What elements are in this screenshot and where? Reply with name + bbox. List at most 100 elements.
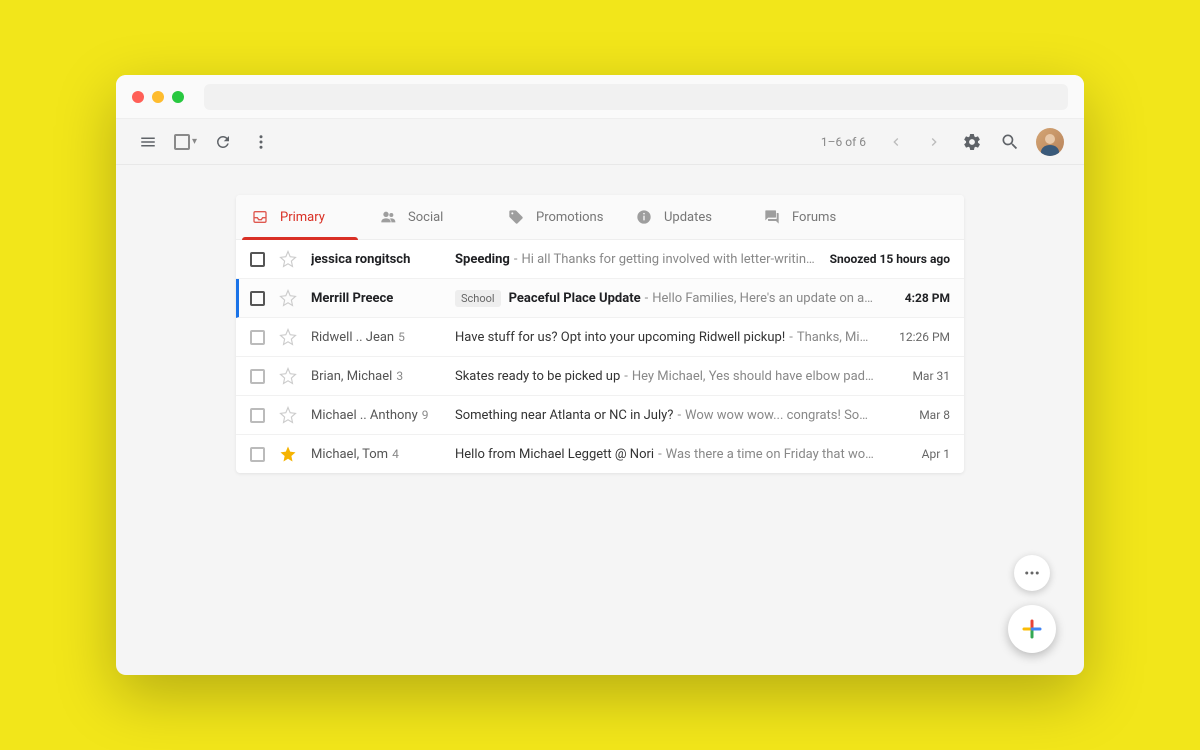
tab-social[interactable]: Social bbox=[364, 195, 492, 239]
sender: Ridwell .. Jean5 bbox=[311, 330, 455, 345]
thread-count: 4 bbox=[392, 447, 399, 461]
thread-count: 5 bbox=[398, 330, 405, 344]
email-date: Mar 31 bbox=[888, 369, 950, 383]
tab-label: Forums bbox=[792, 210, 836, 225]
preview: Was there a time on Friday that works fo… bbox=[666, 447, 874, 462]
refresh-button[interactable] bbox=[211, 130, 235, 154]
email-date: Snoozed 15 hours ago bbox=[830, 252, 950, 266]
window-controls bbox=[132, 91, 184, 103]
email-row[interactable]: Ridwell .. Jean5Have stuff for us? Opt i… bbox=[236, 318, 964, 357]
search-icon bbox=[1000, 132, 1020, 152]
settings-button[interactable] bbox=[960, 130, 984, 154]
tab-primary[interactable]: Primary bbox=[236, 195, 364, 239]
chevron-right-icon bbox=[926, 134, 942, 150]
info-icon bbox=[636, 209, 652, 225]
email-date: Apr 1 bbox=[888, 447, 950, 461]
tab-promotions[interactable]: Promotions bbox=[492, 195, 620, 239]
tab-label: Promotions bbox=[536, 210, 603, 225]
email-row[interactable]: Michael, Tom4Hello from Michael Leggett … bbox=[236, 435, 964, 473]
prev-page-button[interactable] bbox=[884, 134, 908, 150]
email-body: Skates ready to be picked up - Hey Micha… bbox=[455, 369, 874, 384]
email-body: Hello from Michael Leggett @ Nori - Was … bbox=[455, 447, 874, 462]
inbox-icon bbox=[252, 209, 268, 225]
more-button[interactable] bbox=[249, 130, 273, 154]
email-row[interactable]: jessica rongitschSpeeding - Hi all Thank… bbox=[236, 240, 964, 279]
row-checkbox[interactable] bbox=[250, 447, 265, 462]
refresh-icon bbox=[214, 133, 232, 151]
gear-icon bbox=[962, 132, 982, 152]
tab-forums[interactable]: Forums bbox=[748, 195, 876, 239]
subject: Speeding bbox=[455, 252, 510, 267]
row-checkbox[interactable] bbox=[250, 330, 265, 345]
hamburger-icon bbox=[139, 133, 157, 151]
sender: jessica rongitsch bbox=[311, 252, 455, 267]
email-body: SchoolPeaceful Place Update - Hello Fami… bbox=[455, 290, 874, 307]
checkbox-icon bbox=[174, 134, 190, 150]
email-body: Speeding - Hi all Thanks for getting inv… bbox=[455, 252, 816, 267]
row-checkbox[interactable] bbox=[250, 291, 265, 306]
more-horizontal-icon bbox=[1023, 564, 1041, 582]
separator: - bbox=[677, 408, 681, 423]
sender: Brian, Michael3 bbox=[311, 369, 455, 384]
label-chip: School bbox=[455, 290, 501, 307]
subject: Skates ready to be picked up bbox=[455, 369, 620, 384]
row-checkbox[interactable] bbox=[250, 408, 265, 423]
email-row[interactable]: Merrill PreeceSchoolPeaceful Place Updat… bbox=[236, 279, 964, 318]
fab-stack bbox=[1008, 555, 1056, 653]
separator: - bbox=[789, 330, 793, 345]
star-toggle[interactable] bbox=[279, 328, 297, 346]
maximize-window-button[interactable] bbox=[172, 91, 184, 103]
preview: Wow wow wow... congrats! Sounds like you… bbox=[685, 408, 874, 423]
preview: Thanks, Michael, I had forgot… bbox=[797, 330, 874, 345]
subject: Peaceful Place Update bbox=[509, 291, 641, 306]
subject: Something near Atlanta or NC in July? bbox=[455, 408, 673, 423]
star-toggle[interactable] bbox=[279, 367, 297, 385]
star-toggle[interactable] bbox=[279, 289, 297, 307]
more-actions-fab[interactable] bbox=[1014, 555, 1050, 591]
row-checkbox[interactable] bbox=[250, 369, 265, 384]
subject: Hello from Michael Leggett @ Nori bbox=[455, 447, 654, 462]
search-button[interactable] bbox=[998, 130, 1022, 154]
thread-count: 9 bbox=[422, 408, 429, 422]
thread-count: 3 bbox=[396, 369, 403, 383]
titlebar bbox=[116, 75, 1084, 119]
separator: - bbox=[645, 291, 649, 306]
email-list: jessica rongitschSpeeding - Hi all Thank… bbox=[236, 240, 964, 473]
chevron-left-icon bbox=[888, 134, 904, 150]
pagination-count: 1–6 of 6 bbox=[821, 135, 866, 149]
app-window: ▾ 1–6 of 6 bbox=[116, 75, 1084, 675]
separator: - bbox=[658, 447, 662, 462]
sender: Michael .. Anthony9 bbox=[311, 408, 455, 423]
chevron-down-icon: ▾ bbox=[192, 136, 197, 147]
email-row[interactable]: Michael .. Anthony9Something near Atlant… bbox=[236, 396, 964, 435]
toolbar-left: ▾ bbox=[136, 130, 273, 154]
subject: Have stuff for us? Opt into your upcomin… bbox=[455, 330, 785, 345]
preview: Hi all Thanks for getting involved with … bbox=[521, 252, 815, 267]
close-window-button[interactable] bbox=[132, 91, 144, 103]
separator: - bbox=[624, 369, 628, 384]
minimize-window-button[interactable] bbox=[152, 91, 164, 103]
sender: Michael, Tom4 bbox=[311, 447, 455, 462]
email-row[interactable]: Brian, Michael3Skates ready to be picked… bbox=[236, 357, 964, 396]
category-tabs: Primary Social Promotions Updates Forums bbox=[236, 195, 964, 240]
email-date: 12:26 PM bbox=[888, 330, 950, 344]
inbox-panel: Primary Social Promotions Updates Forums jes… bbox=[236, 195, 964, 473]
next-page-button[interactable] bbox=[922, 134, 946, 150]
menu-button[interactable] bbox=[136, 130, 160, 154]
compose-fab[interactable] bbox=[1008, 605, 1056, 653]
tab-label: Updates bbox=[664, 210, 712, 225]
select-all-checkbox[interactable]: ▾ bbox=[174, 134, 197, 150]
forum-icon bbox=[764, 209, 780, 225]
email-body: Something near Atlanta or NC in July? - … bbox=[455, 408, 874, 423]
tab-updates[interactable]: Updates bbox=[620, 195, 748, 239]
account-avatar[interactable] bbox=[1036, 128, 1064, 156]
address-bar[interactable] bbox=[204, 84, 1068, 110]
row-checkbox[interactable] bbox=[250, 252, 265, 267]
separator: - bbox=[514, 252, 518, 267]
star-toggle[interactable] bbox=[279, 250, 297, 268]
star-toggle[interactable] bbox=[279, 406, 297, 424]
more-vertical-icon bbox=[252, 133, 270, 151]
tab-label: Social bbox=[408, 210, 443, 225]
star-toggle[interactable] bbox=[279, 445, 297, 463]
toolbar: ▾ 1–6 of 6 bbox=[116, 119, 1084, 165]
